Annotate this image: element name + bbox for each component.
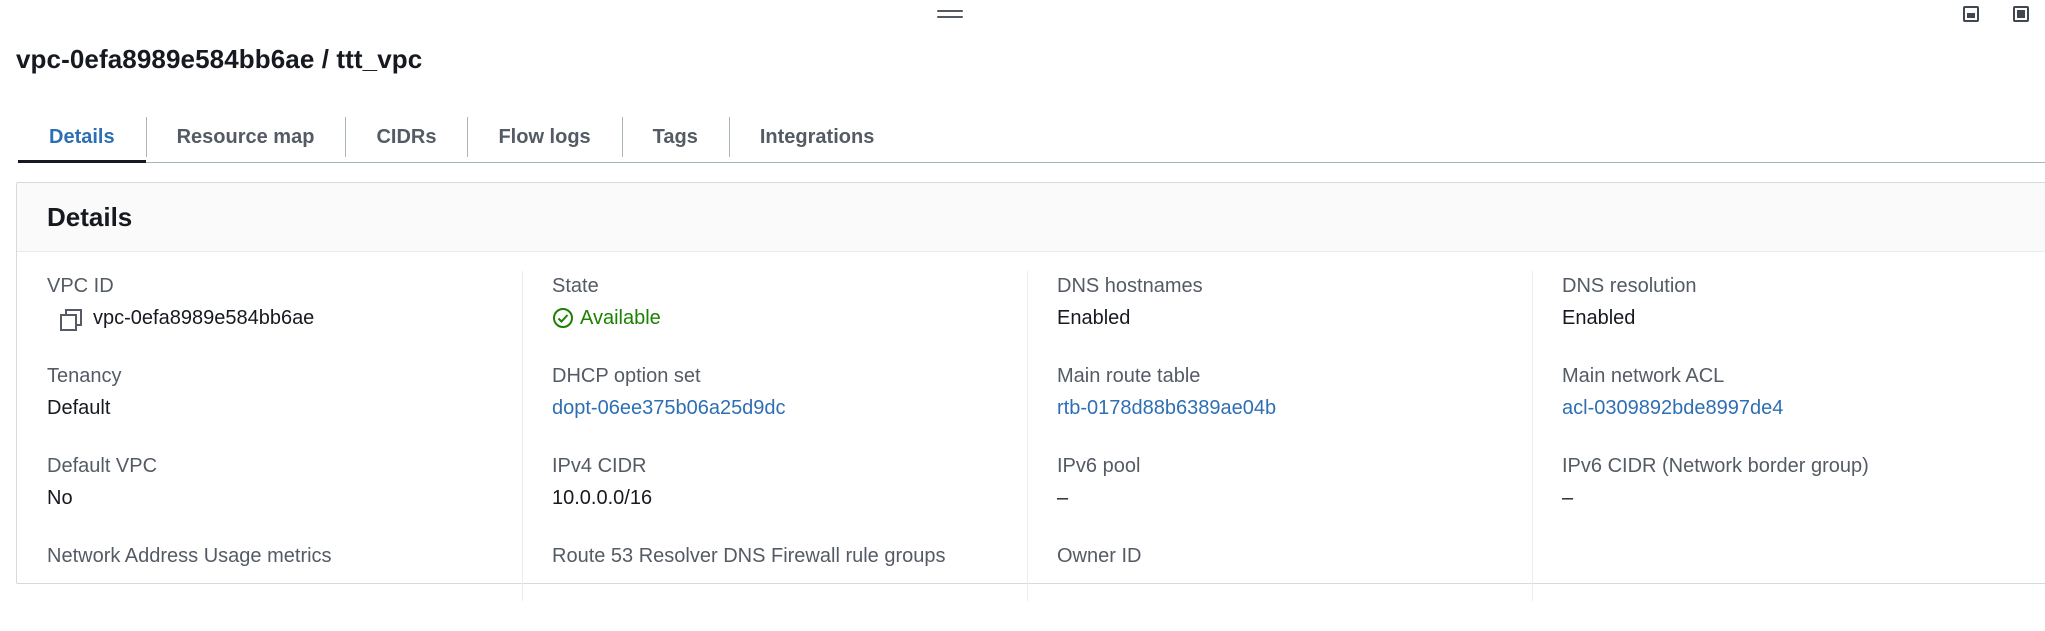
field-ipv6-pool: IPv6 pool – [1057,451,1532,541]
drag-handle-icon[interactable] [937,10,963,19]
ipv6-pool-value: – [1057,487,1069,509]
details-columns: VPC ID vpc-0efa8989e584bb6ae Tenancy Def… [17,252,2045,631]
field-label: Owner ID [1057,545,1142,567]
field-dns-resolution: DNS resolution Enabled [1562,271,2037,361]
tab-flow-logs[interactable]: Flow logs [467,112,621,162]
ipv6-cidr-value: – [1562,487,1574,509]
field-label: Route 53 Resolver DNS Firewall rule grou… [552,545,946,567]
copy-icon[interactable] [59,307,82,331]
field-main-network-acl: Main network ACL acl-0309892bde8997de4 [1562,361,2037,451]
field-vpc-id: VPC ID vpc-0efa8989e584bb6ae [47,271,522,361]
details-column-2: State Available DHCP option set dopt-06e… [522,271,1027,631]
field-tenancy: Tenancy Default [47,361,522,451]
field-label: DHCP option set [552,365,701,387]
page-title: vpc-0efa8989e584bb6ae / ttt_vpc [16,44,423,74]
field-ipv6-cidr-network-border-group: IPv6 CIDR (Network border group) – [1562,451,2037,541]
field-label: Default VPC [47,455,158,477]
dns-resolution-value: Enabled [1562,307,1636,329]
field-label: Network Address Usage metrics [47,545,332,567]
field-label: VPC ID [47,275,114,297]
field-dhcp-option-set: DHCP option set dopt-06ee375b06a25d9dc [552,361,1027,451]
field-label: Tenancy [47,365,122,387]
ipv4-cidr-value: 10.0.0.0/16 [552,487,653,509]
field-state: State Available [552,271,1027,361]
tab-cidrs[interactable]: CIDRs [345,112,467,162]
field-default-vpc: Default VPC No [47,451,522,541]
state-value: Available [580,307,661,329]
field-value-row: vpc-0efa8989e584bb6ae [47,301,522,335]
panel-bottom-icon[interactable] [1963,6,1979,22]
tenancy-value: Default [47,397,111,419]
panel-side-icon[interactable] [2013,6,2029,22]
details-column-4: DNS resolution Enabled Main network ACL … [1532,271,2037,631]
field-label: Main route table [1057,365,1201,387]
dns-hostnames-value: Enabled [1057,307,1131,329]
tab-list: Details Resource map CIDRs Flow logs Tag… [18,112,2045,163]
field-dns-hostnames: DNS hostnames Enabled [1057,271,1532,361]
details-heading: Details [47,201,133,232]
panel-layout-controls [1905,3,2045,27]
check-circle-icon [553,308,573,328]
field-label: DNS resolution [1562,275,1697,297]
main-route-table-link[interactable]: rtb-0178d88b6389ae04b [1057,391,1532,425]
details-column-3: DNS hostnames Enabled Main route table r… [1027,271,1532,631]
dhcp-option-set-link[interactable]: dopt-06ee375b06a25d9dc [552,391,1027,425]
field-label: Main network ACL [1562,365,1725,387]
field-ipv4-cidr: IPv4 CIDR 10.0.0.0/16 [552,451,1027,541]
field-main-route-table: Main route table rtb-0178d88b6389ae04b [1057,361,1532,451]
field-label: IPv6 pool [1057,455,1141,477]
vpc-id-value: vpc-0efa8989e584bb6ae [93,307,315,329]
state-value-row: Available [552,301,1027,335]
field-label: IPv4 CIDR [552,455,647,477]
details-container: Details VPC ID vpc-0efa8989e584bb6ae Ten… [16,182,2045,601]
field-label: DNS hostnames [1057,275,1203,297]
details-header: Details [17,183,2045,252]
default-vpc-value: No [47,487,73,509]
main-network-acl-link[interactable]: acl-0309892bde8997de4 [1562,391,2037,425]
field-label: State [552,275,599,297]
field-network-address-usage-metrics: Network Address Usage metrics [47,541,522,631]
field-label: IPv6 CIDR (Network border group) [1562,455,1869,477]
field-owner-id: Owner ID [1057,541,1532,631]
details-column-1: VPC ID vpc-0efa8989e584bb6ae Tenancy Def… [17,271,522,631]
tab-integrations[interactable]: Integrations [728,112,905,162]
tab-tags[interactable]: Tags [621,112,729,162]
field-route53-resolver-dns-firewall-rule-groups: Route 53 Resolver DNS Firewall rule grou… [552,541,1027,631]
tab-details[interactable]: Details [18,112,146,163]
tab-resource-map[interactable]: Resource map [145,112,346,162]
